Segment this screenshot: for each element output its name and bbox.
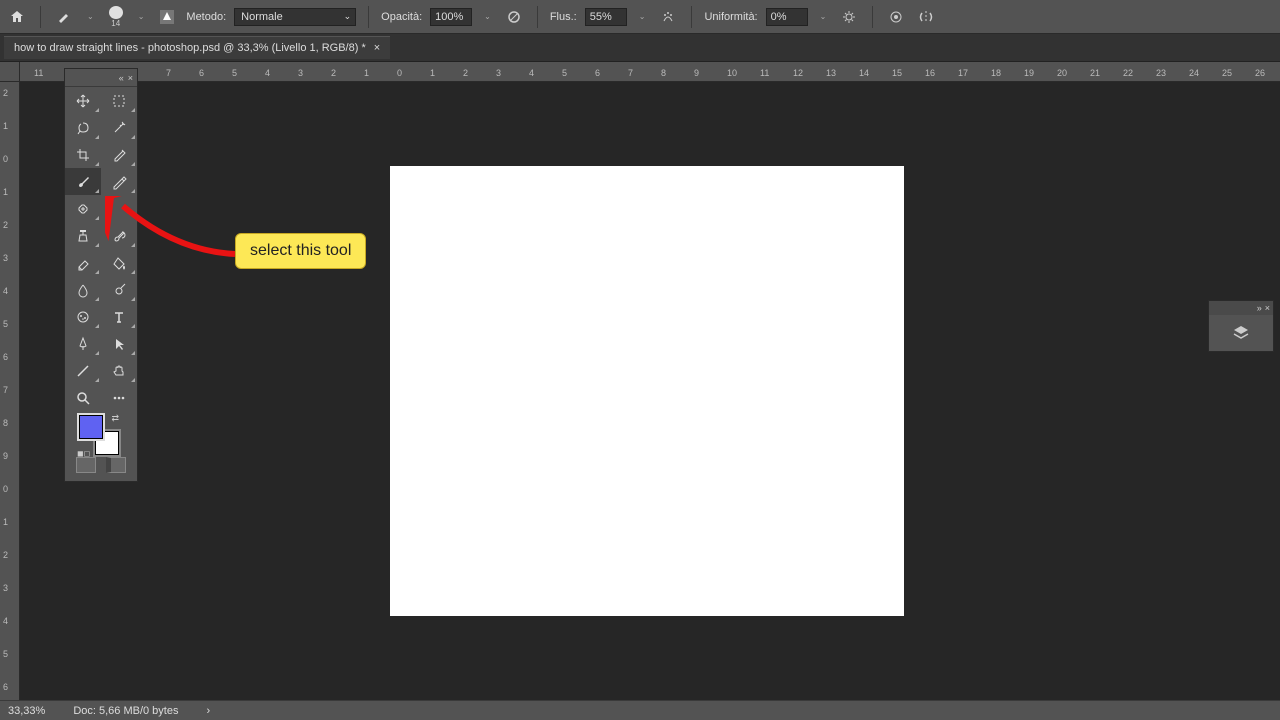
tool-pen[interactable] <box>65 330 101 357</box>
flow-value[interactable]: 55% <box>585 8 627 26</box>
panel-expand-icon[interactable]: » <box>1257 303 1262 313</box>
smoothing-value[interactable]: 0% <box>766 8 808 26</box>
options-bar: ⌄ 14 ⌄ Metodo: Normale ⌄ Opacità: 100% ⌄… <box>0 0 1280 34</box>
tool-paint-bucket[interactable] <box>101 249 137 276</box>
color-swatches: ⇄ ◼◻ <box>65 411 137 455</box>
tool-dodge[interactable] <box>101 276 137 303</box>
opacity-label: Opacità: <box>381 11 422 23</box>
document-title: how to draw straight lines - photoshop.p… <box>14 42 366 54</box>
brush-picker-arrow[interactable]: ⌄ <box>134 12 149 21</box>
tool-blur[interactable] <box>65 276 101 303</box>
pressure-size-icon[interactable] <box>885 6 907 28</box>
opacity-value[interactable]: 100% <box>430 8 472 26</box>
canvas-document[interactable] <box>390 166 904 616</box>
doc-size-info[interactable]: Doc: 5,66 MB/0 bytes <box>73 705 178 717</box>
mode-label: Metodo: <box>186 11 226 23</box>
document-tab[interactable]: how to draw straight lines - photoshop.p… <box>4 36 390 59</box>
smoothing-label: Uniformità: <box>704 11 757 23</box>
ruler-horizontal[interactable]: 1110987654321012345678910111213141516171… <box>20 62 1280 82</box>
opacity-arrow[interactable]: ⌄ <box>480 12 495 21</box>
status-bar: 33,33% Doc: 5,66 MB/0 bytes › <box>0 700 1280 720</box>
screen-mode-row <box>65 455 137 475</box>
tool-move[interactable] <box>65 87 101 114</box>
flow-label: Flus.: <box>550 11 577 23</box>
brush-settings-icon[interactable] <box>156 6 178 28</box>
tools-close-icon[interactable]: × <box>128 73 133 83</box>
tool-magic-wand[interactable] <box>101 114 137 141</box>
swap-colors-icon[interactable]: ⇄ <box>111 413 119 424</box>
tool-path-select[interactable] <box>101 330 137 357</box>
tool-sponge[interactable] <box>65 303 101 330</box>
layers-icon[interactable] <box>1231 323 1251 343</box>
annotation-text: select this tool <box>250 242 351 259</box>
tool-zoom[interactable] <box>65 384 101 411</box>
tool-healing[interactable] <box>65 195 101 222</box>
annotation-callout: select this tool <box>235 233 366 269</box>
screenmode-icon[interactable] <box>106 457 126 473</box>
flow-arrow[interactable]: ⌄ <box>635 12 650 21</box>
blend-mode-value: Normale <box>241 11 283 23</box>
ruler-origin[interactable] <box>0 62 20 82</box>
canvas-area[interactable] <box>20 82 1280 700</box>
airbrush-icon[interactable] <box>657 6 679 28</box>
brush-preview[interactable]: 14 <box>106 6 126 28</box>
tools-panel: « × ⇄ ◼◻ <box>64 68 138 482</box>
tool-hand[interactable] <box>101 357 137 384</box>
foreground-color-swatch[interactable] <box>79 415 103 439</box>
status-arrow-icon[interactable]: › <box>206 705 210 717</box>
tool-marquee[interactable] <box>101 87 137 114</box>
document-tab-bar: how to draw straight lines - photoshop.p… <box>0 34 1280 62</box>
tool-preset-dropdown-arrow[interactable]: ⌄ <box>83 12 98 21</box>
brush-size-value: 14 <box>111 19 120 28</box>
tool-pencil[interactable] <box>101 168 137 195</box>
blend-mode-dropdown[interactable]: Normale ⌄ <box>234 8 356 26</box>
tool-eyedropper[interactable] <box>101 141 137 168</box>
tools-panel-header: « × <box>65 69 137 87</box>
smoothing-gear-icon[interactable] <box>838 6 860 28</box>
collapsed-panel[interactable]: » × <box>1208 300 1274 352</box>
tool-line[interactable] <box>65 357 101 384</box>
tool-empty <box>101 195 137 222</box>
smoothing-arrow[interactable]: ⌄ <box>816 12 831 21</box>
tool-clone[interactable] <box>65 222 101 249</box>
zoom-level[interactable]: 33,33% <box>8 705 45 717</box>
panel-close-icon[interactable]: × <box>1265 303 1270 313</box>
tool-more[interactable] <box>101 384 137 411</box>
tool-brush[interactable] <box>65 168 101 195</box>
tool-eraser[interactable] <box>65 249 101 276</box>
tool-crop[interactable] <box>65 141 101 168</box>
pressure-opacity-icon[interactable] <box>503 6 525 28</box>
tool-history-brush[interactable] <box>101 222 137 249</box>
home-icon[interactable] <box>6 6 28 28</box>
tab-close-icon[interactable]: × <box>374 42 380 54</box>
tools-collapse-icon[interactable]: « <box>119 73 124 83</box>
symmetry-icon[interactable] <box>915 6 937 28</box>
tool-lasso[interactable] <box>65 114 101 141</box>
quickmask-icon[interactable] <box>76 457 96 473</box>
default-colors-icon[interactable]: ◼◻ <box>77 449 90 458</box>
ruler-vertical[interactable]: 2101234567890123456 <box>0 82 20 700</box>
tool-preset-icon[interactable] <box>53 6 75 28</box>
tool-type[interactable] <box>101 303 137 330</box>
